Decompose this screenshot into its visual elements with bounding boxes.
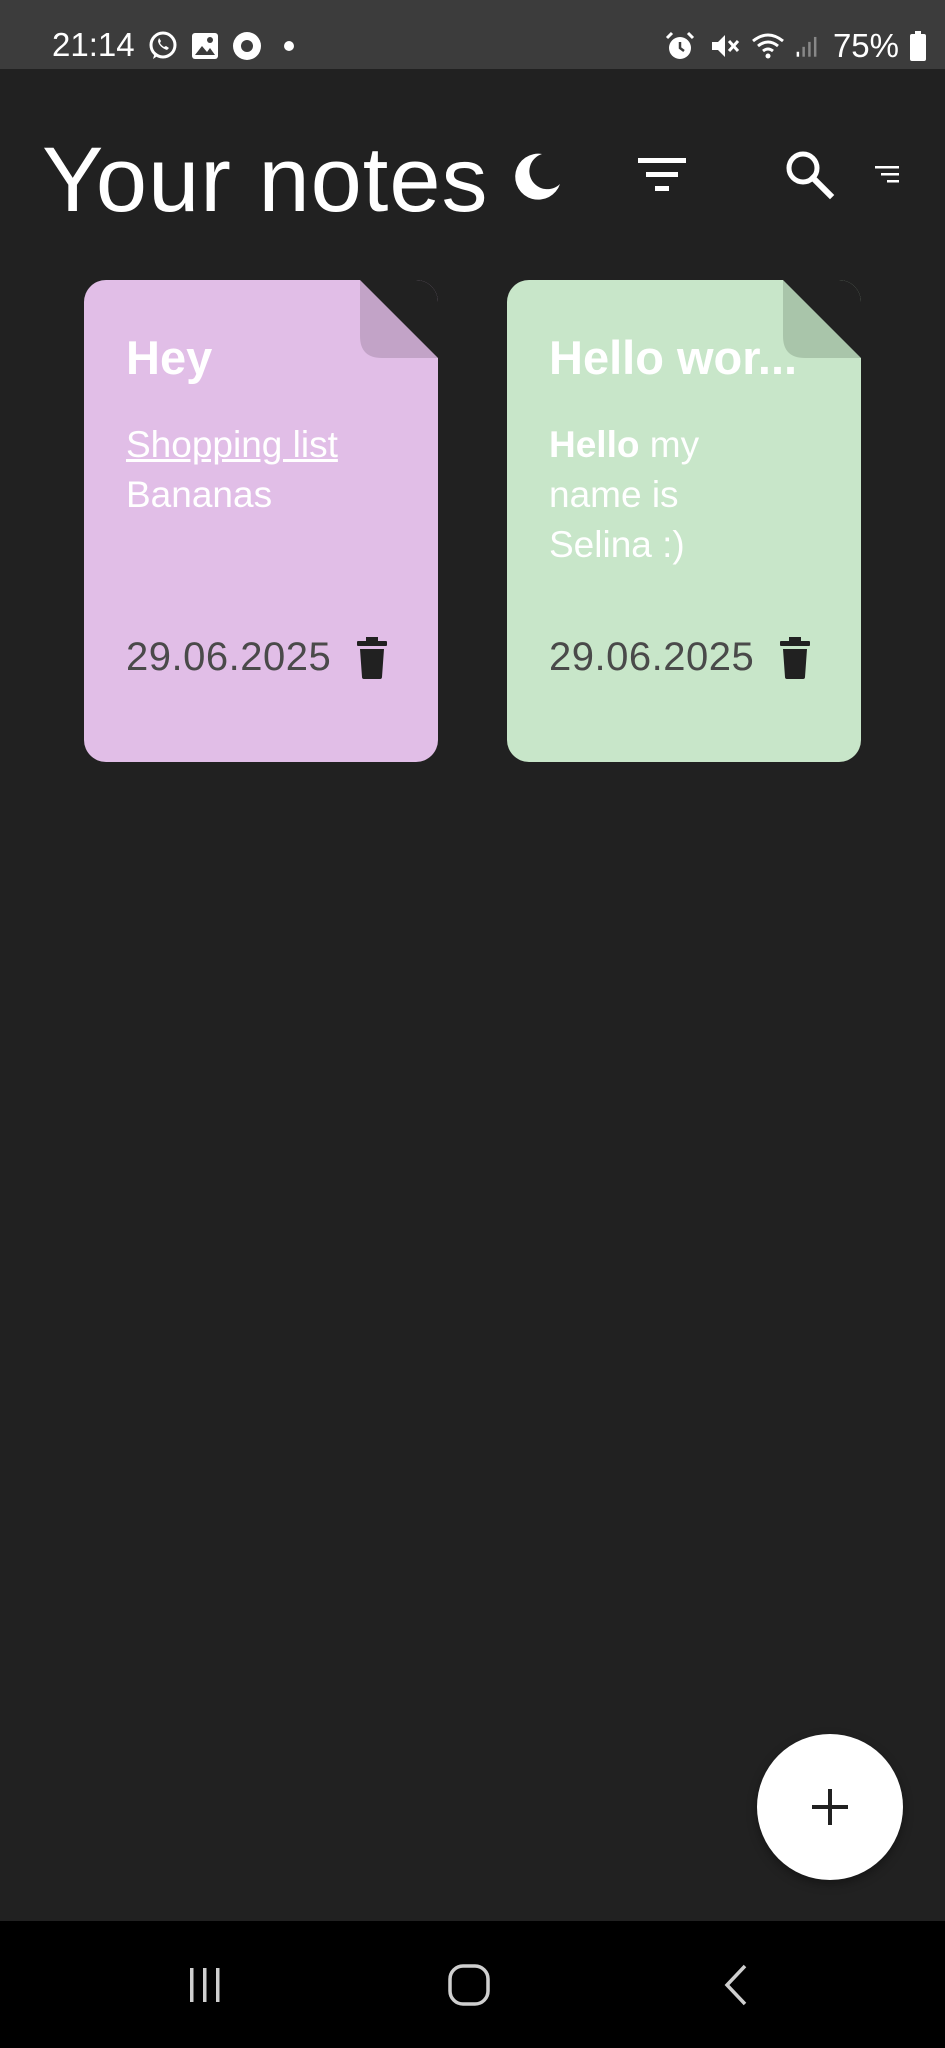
sort-button[interactable] (873, 164, 903, 186)
status-bar: 21:14 75% (0, 0, 945, 69)
back-button[interactable] (666, 1921, 806, 2048)
note-date: 29.06.2025 (549, 635, 755, 679)
note-title: Hello wor... (549, 331, 798, 384)
note-date: 29.06.2025 (126, 635, 332, 679)
mute-icon (711, 35, 740, 57)
wifi-icon (752, 33, 784, 59)
search-button[interactable] (783, 148, 837, 202)
notification-dot-icon (284, 41, 294, 51)
navigation-bar (0, 1921, 945, 2048)
note-preview-line: name is (549, 474, 679, 515)
note-preview-bold: Hello (549, 424, 640, 465)
plus-icon (812, 1789, 848, 1825)
note-title: Hey (126, 331, 213, 384)
trash-icon[interactable] (778, 637, 812, 679)
note-preview-line: Bananas (126, 474, 273, 515)
back-icon (724, 1964, 747, 2005)
note-preview: Hello my name is Selina :) (549, 420, 819, 570)
battery-percent: 75% (832, 27, 899, 64)
home-icon (448, 1963, 490, 2006)
recent-apps-button[interactable] (135, 1921, 275, 2048)
add-note-button[interactable] (757, 1734, 903, 1880)
dark-mode-toggle[interactable] (506, 146, 566, 206)
search-icon (786, 151, 835, 200)
gallery-icon (192, 33, 218, 59)
home-button[interactable] (399, 1921, 539, 2048)
dark-mode-icon (515, 153, 560, 200)
status-time: 21:14 (52, 26, 135, 63)
filter-button[interactable] (636, 152, 690, 196)
trash-icon[interactable] (355, 637, 389, 679)
note-preview: Shopping list Bananas (126, 420, 396, 520)
alarm-icon (665, 31, 694, 59)
filter-icon (638, 158, 686, 191)
page-title: Your notes (42, 129, 489, 231)
note-preview-line: my (639, 424, 700, 465)
battery-icon (910, 31, 926, 61)
circle-app-icon (233, 32, 261, 60)
recent-apps-icon (190, 1967, 220, 2002)
whatsapp-icon (149, 31, 177, 59)
note-preview-line: Shopping list (126, 424, 338, 465)
note-preview-line: Selina :) (549, 524, 685, 565)
sort-icon (875, 166, 899, 183)
signal-icon (796, 36, 817, 57)
